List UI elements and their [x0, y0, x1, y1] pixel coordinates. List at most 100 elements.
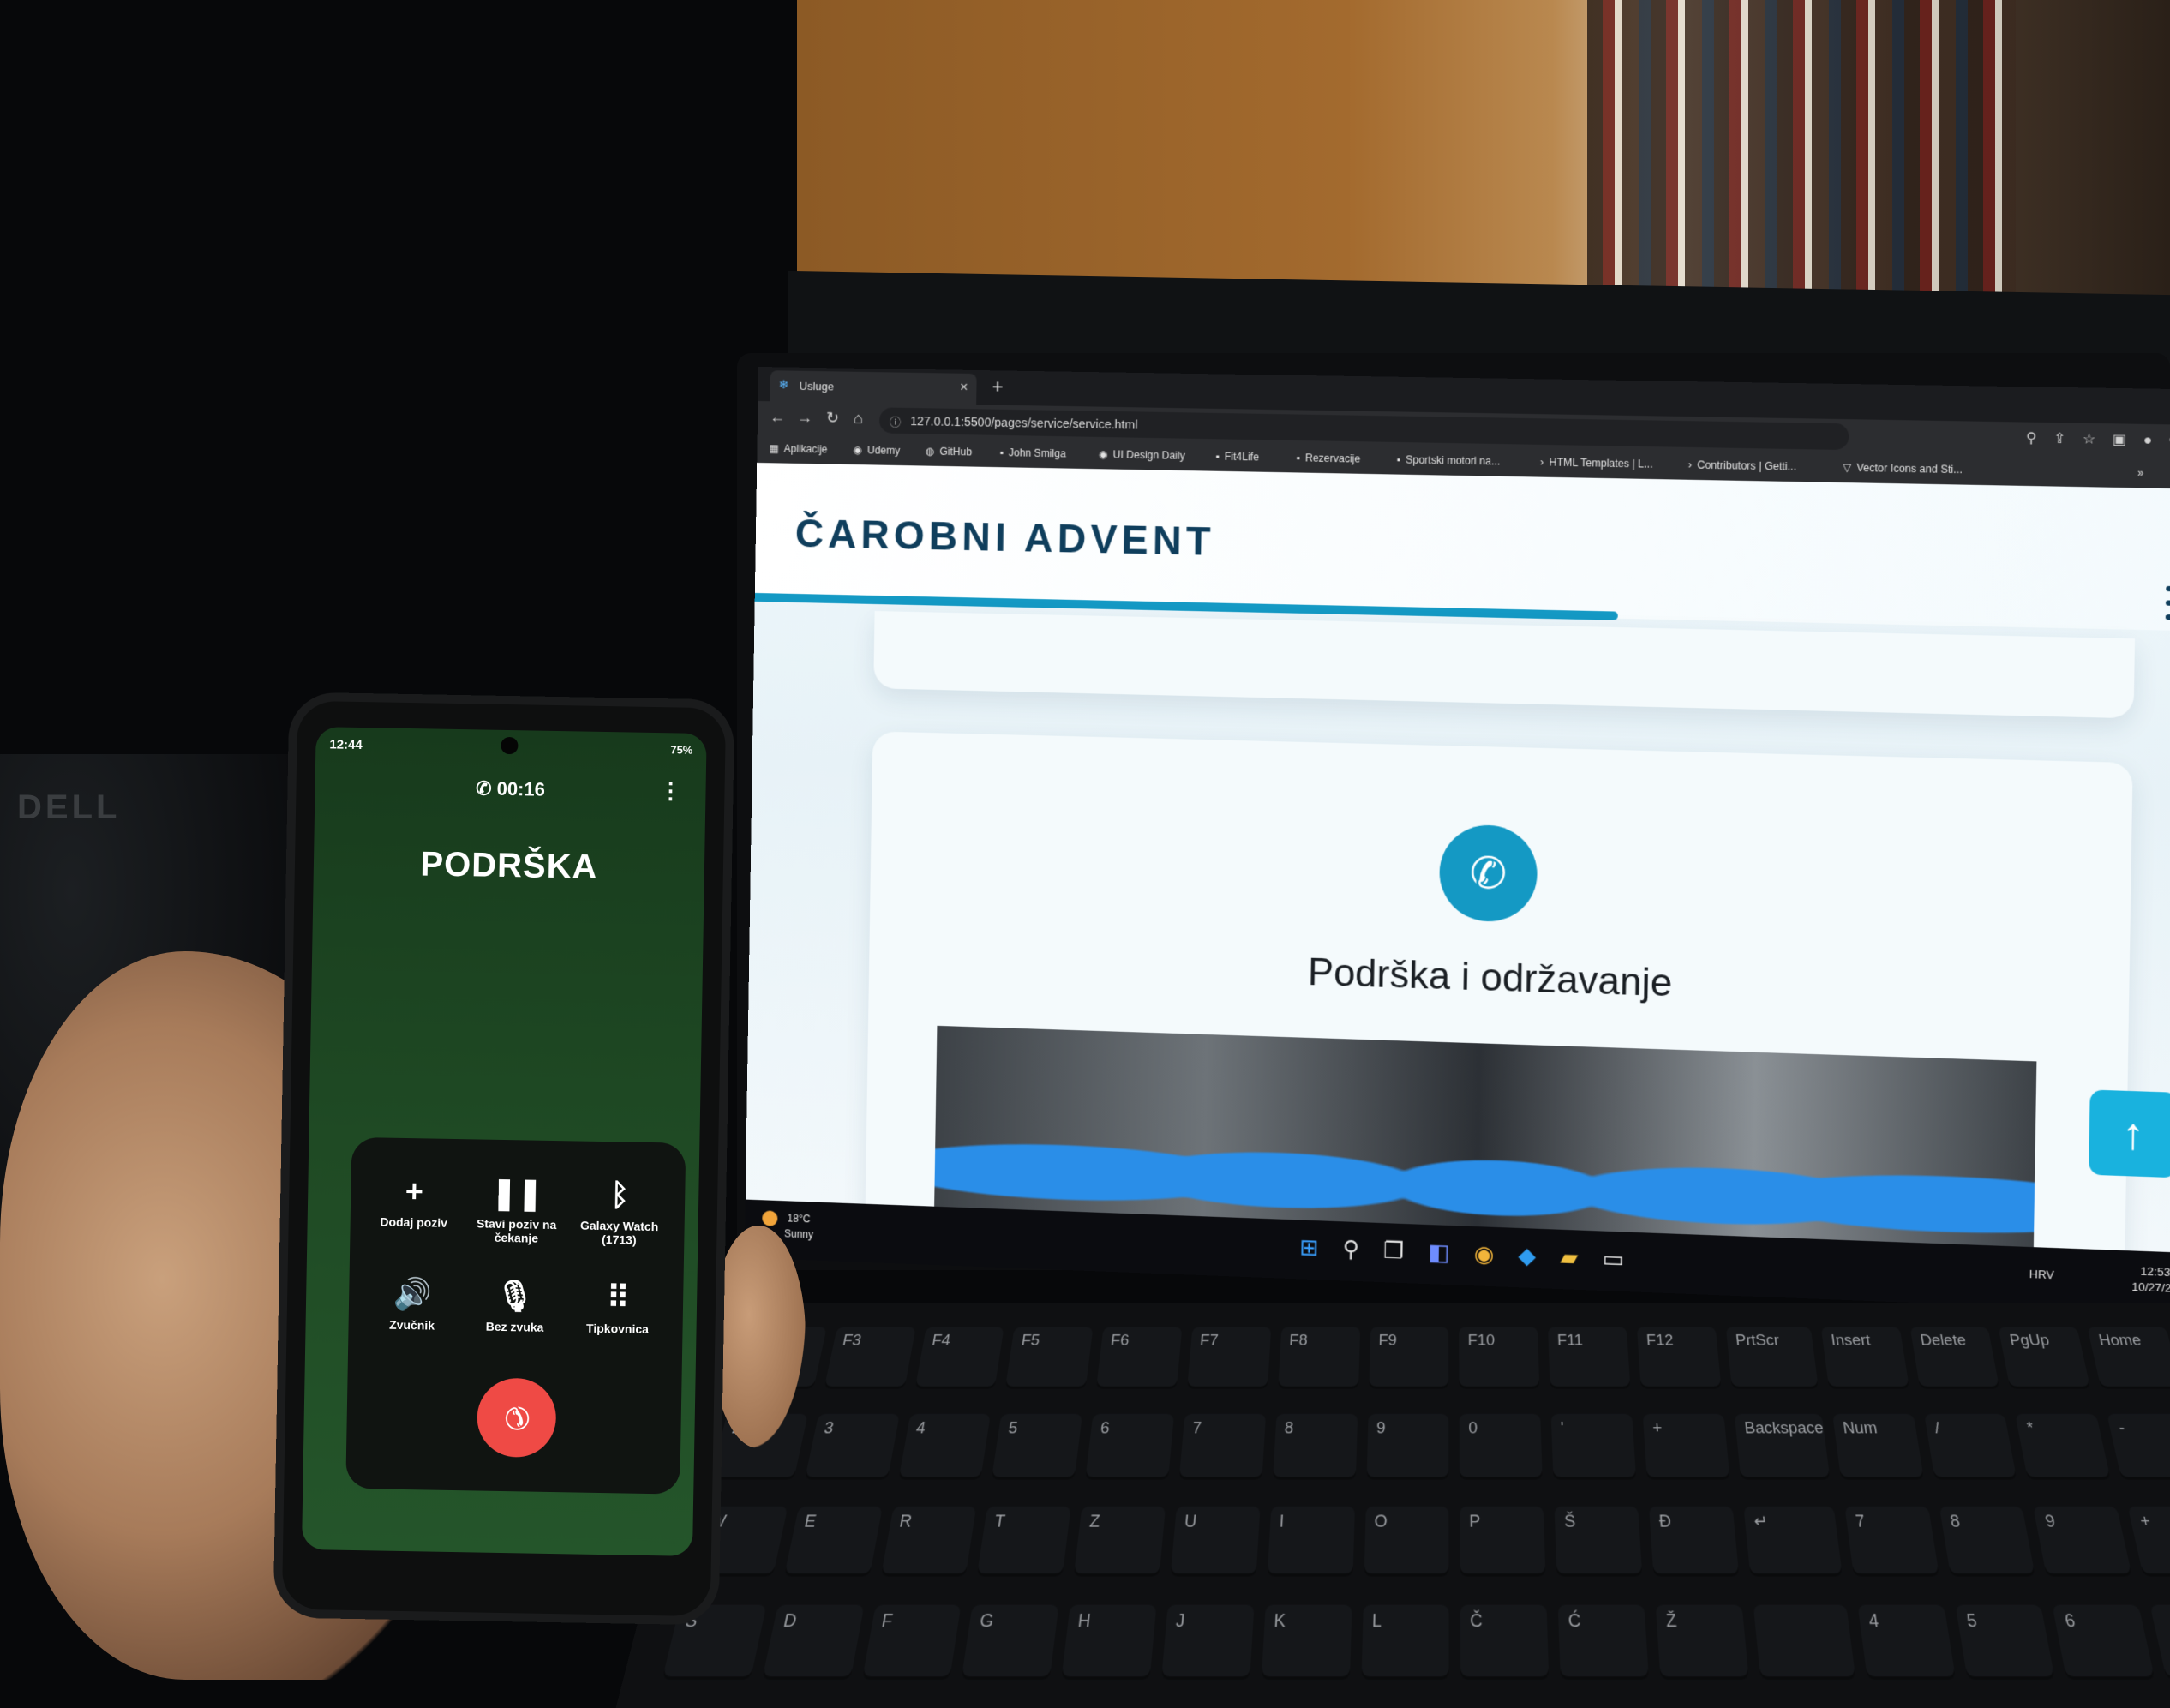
key: Num — [1831, 1413, 1924, 1480]
teams-icon[interactable]: ◧ — [1428, 1238, 1450, 1265]
bookmark-star-icon[interactable]: ☆ — [2083, 432, 2096, 447]
key: + — [1642, 1413, 1730, 1480]
site-brand[interactable]: ČAROBNI ADVENT — [794, 510, 1215, 565]
reload-icon[interactable]: ↻ — [826, 409, 839, 427]
key: 9 — [1366, 1413, 1449, 1480]
key: 5 — [992, 1413, 1083, 1480]
pause-icon: ❚❚ — [490, 1174, 543, 1211]
key: F11 — [1548, 1327, 1631, 1389]
zoom-icon[interactable]: ⚲ — [2026, 431, 2037, 446]
key: Ć — [1557, 1604, 1649, 1680]
new-tab-button[interactable]: + — [992, 375, 1003, 398]
windows-start-icon[interactable]: ⊞ — [1299, 1234, 1319, 1261]
bookshelf — [1587, 0, 2016, 296]
extension-icon[interactable]: ▣ — [2113, 433, 2126, 448]
key: E — [783, 1506, 883, 1577]
share-icon[interactable]: ⇪ — [2053, 431, 2066, 446]
speaker-button[interactable]: 🔊 Zvučnik — [360, 1274, 464, 1333]
key: 6 — [1085, 1413, 1174, 1480]
bookmark-item[interactable]: ◉ UI Design Daily — [1099, 448, 1185, 462]
vscode-icon[interactable]: ◆ — [1518, 1242, 1536, 1268]
key: H — [1061, 1604, 1157, 1680]
add-icon: + — [405, 1172, 424, 1209]
tab-close-icon[interactable]: × — [960, 381, 968, 396]
extension-icon[interactable]: ● — [2143, 433, 2153, 448]
bookmark-item[interactable]: › Contributors | Getti... — [1688, 458, 1797, 473]
end-call-button[interactable]: ✆ — [460, 1362, 572, 1474]
key: F9 — [1368, 1327, 1449, 1389]
clock-time[interactable]: 12:53 PM — [2140, 1264, 2170, 1280]
call-controls-panel: + Dodaj poziv ❚❚ Stavi poziv na čekanje … — [345, 1136, 686, 1495]
bluetooth-button[interactable]: ᛒ Galaxy Watch (1713) — [567, 1175, 671, 1247]
key: P — [1460, 1506, 1546, 1577]
phone-call-screen: 12:44 75% ✆ 00:16 ⋮ PODRŠKA + Dodaj poziv… — [302, 727, 707, 1556]
arrow-up-icon: ↑ — [2121, 1108, 2145, 1160]
service-title: Podrška i održavanje — [1307, 950, 1673, 1005]
key — [2149, 1604, 2170, 1680]
call-duration: 00:16 — [496, 777, 546, 800]
key: F3 — [824, 1327, 916, 1389]
bookmark-item[interactable]: ▪ John Smilga — [999, 446, 1065, 459]
key: 4 — [897, 1413, 992, 1480]
keypad-button[interactable]: ⠿ Tipkovnica — [566, 1278, 669, 1336]
hold-call-button[interactable]: ❚❚ Stavi poziv na čekanje — [465, 1173, 568, 1245]
end-call-icon: ✆ — [495, 1396, 539, 1440]
mute-button[interactable]: 🎙 Bez zvuka — [463, 1276, 566, 1334]
dribbble-icon: ◉ — [1098, 448, 1108, 461]
terminal-icon[interactable]: ▭ — [1602, 1245, 1624, 1273]
key: G — [961, 1604, 1059, 1680]
thumb — [711, 1226, 806, 1448]
speaker-icon: 🔊 — [393, 1275, 432, 1312]
chevron-icon: › — [1539, 456, 1544, 469]
key: * — [2015, 1413, 2112, 1480]
mute-mic-icon: 🎙 — [495, 1277, 536, 1314]
front-camera — [501, 736, 519, 755]
laptop-screen: ❄ Usluge × + ← → ↻ ⌂ ⓘ 127.0.0.1:5500/pa… — [744, 367, 2170, 1315]
key: F10 — [1459, 1327, 1540, 1389]
search-icon[interactable]: ⚲ — [1342, 1236, 1359, 1262]
favicon-icon: ❄ — [778, 377, 789, 392]
home-icon[interactable]: ⌂ — [854, 410, 863, 428]
apps-grid-icon: ▦ — [769, 442, 779, 455]
bookmark-item[interactable]: ◉ Udemy — [853, 444, 900, 457]
back-icon[interactable]: ← — [770, 408, 785, 426]
chrome-icon[interactable]: ◉ — [1474, 1240, 1495, 1267]
chevron-icon: › — [1687, 458, 1693, 471]
clock-date[interactable]: 10/27/2022 — [2131, 1280, 2170, 1296]
key: S — [662, 1604, 767, 1680]
info-icon[interactable]: ⓘ — [890, 413, 901, 429]
temperature: 18°C — [787, 1212, 811, 1226]
file-explorer-icon[interactable]: ▰ — [1560, 1244, 1578, 1270]
site-icon: ▪ — [1396, 453, 1401, 466]
key: / — [1923, 1413, 2017, 1480]
key: 8 — [1939, 1506, 2036, 1577]
key: R — [880, 1506, 977, 1577]
dell-logo: DELL — [17, 788, 121, 826]
bookmarks-overflow-button[interactable]: » — [2137, 466, 2143, 479]
task-view-icon[interactable]: ❐ — [1383, 1237, 1404, 1263]
key: I — [1267, 1506, 1355, 1577]
language-indicator[interactable]: HRV — [2029, 1267, 2054, 1284]
bookmark-item[interactable]: ▪ Fit4Life — [1215, 450, 1259, 463]
bookmark-item[interactable]: ◍ GitHub — [926, 445, 972, 458]
bookmark-item[interactable]: ▦ Aplikacije — [769, 442, 827, 455]
add-call-button[interactable]: + Dodaj poziv — [363, 1172, 466, 1230]
key: Č — [1460, 1604, 1550, 1680]
smartphone: 12:44 75% ✆ 00:16 ⋮ PODRŠKA + Dodaj poziv… — [281, 700, 727, 1617]
background-monitor — [797, 0, 2170, 296]
forward-icon[interactable]: → — [797, 409, 812, 427]
caller-name: PODRŠKA — [420, 845, 598, 886]
key-grid: F2F3F4F5F6F7F8F9F10F11F12PrtScrInsertDel… — [657, 1327, 2170, 1697]
weather-condition: Sunny — [783, 1227, 814, 1241]
key: Ž — [1655, 1604, 1749, 1680]
bookmark-item[interactable]: › HTML Templates | L... — [1540, 456, 1653, 470]
key: F8 — [1277, 1327, 1360, 1389]
vector-icon: ▽ — [1843, 461, 1852, 474]
key: 4 — [1857, 1604, 1956, 1680]
bookmark-item[interactable]: ▪ Rezervacije — [1296, 452, 1360, 465]
more-options-icon[interactable]: ⋮ — [659, 777, 682, 804]
bookmark-item[interactable]: ▪ Sportski motori na... — [1396, 453, 1500, 467]
bookmark-item[interactable]: ▽ Vector Icons and Sti... — [1843, 461, 1963, 476]
tab-usluge[interactable]: ❄ Usluge × — [770, 370, 977, 405]
scroll-to-top-button[interactable]: ↑ — [2089, 1089, 2170, 1178]
